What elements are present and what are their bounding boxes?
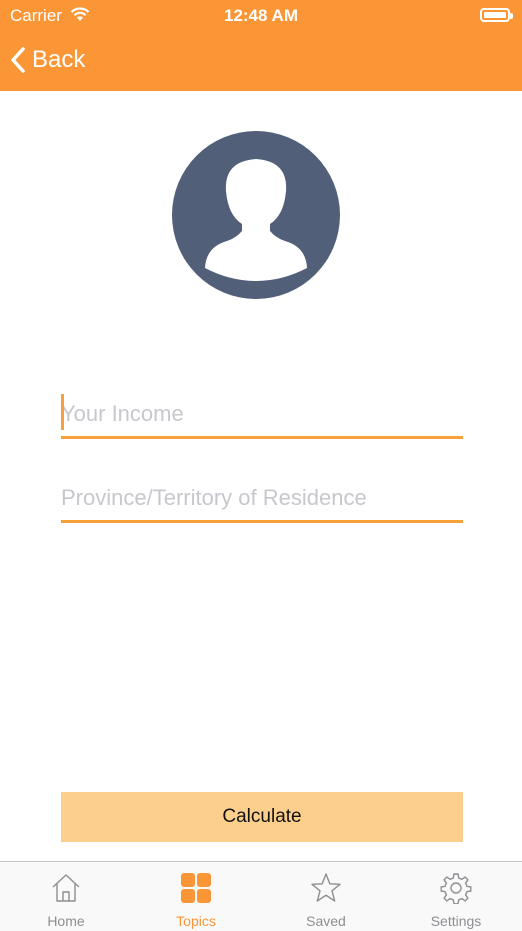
tab-saved[interactable]: Saved [261,862,391,931]
text-cursor [61,394,64,430]
grid-icon [181,873,211,903]
clock: 12:48 AM [223,6,298,25]
battery-icon [480,8,513,22]
back-label: Back [32,46,86,73]
status-bar: Carrier 12:48 AM [0,0,522,32]
tab-bar: Home Topics Saved Settings [0,861,522,931]
header: Carrier 12:48 AM Back [0,0,522,91]
tab-settings-label: Settings [430,913,482,929]
tab-topics-label: Topics [176,913,216,929]
star-icon [311,873,341,902]
home-icon [52,874,80,902]
gear-icon [440,873,472,904]
back-button[interactable]: Back [10,40,85,80]
tab-settings[interactable]: Settings [391,862,521,931]
income-input[interactable] [61,392,463,436]
chevron-left-icon [11,47,25,73]
tab-home-label: Home [47,913,85,929]
province-field[interactable] [61,476,463,523]
avatar [172,131,340,299]
income-field[interactable] [61,392,463,439]
tab-home[interactable]: Home [1,862,131,931]
calculate-button[interactable]: Calculate [61,792,463,842]
province-input[interactable] [61,476,463,520]
tab-saved-label: Saved [306,913,346,929]
tab-topics[interactable]: Topics [131,862,261,931]
